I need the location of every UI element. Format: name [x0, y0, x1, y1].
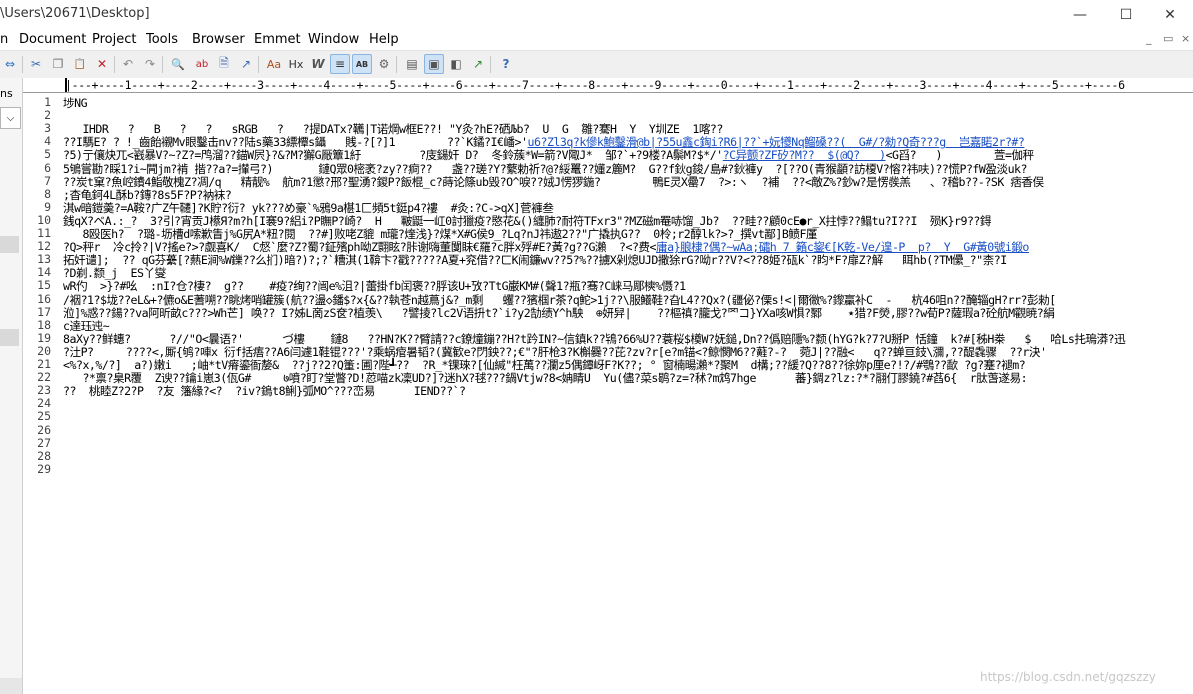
copy-icon[interactable]: ❐: [48, 54, 68, 74]
view-browser-icon[interactable]: ◧: [446, 54, 466, 74]
menu-window[interactable]: Window: [308, 32, 359, 47]
toolbar: ⇔ ✂ ❐ 📋 ✕ ↶ ↷ 🔍 ab 🗎 ↗ Aa Hx W ≡ AB ⚙ ▤ …: [0, 50, 1193, 79]
mdi-minimize-button[interactable]: _: [1146, 32, 1152, 45]
line-number: 21: [37, 357, 51, 371]
toolbar-separator: [490, 56, 491, 73]
mdi-close-button[interactable]: ×: [1181, 32, 1190, 45]
line-number: 17: [37, 304, 51, 319]
line-number: 2: [44, 108, 51, 123]
editor-text-area[interactable]: 埗NG IHDR ? B ? ? sRGB ? ?提DATx?韉|T诺焵w框E?…: [63, 93, 1193, 694]
ruler-cursor-marker: [65, 78, 67, 92]
toolbar-separator: [258, 56, 259, 73]
find-in-files-icon[interactable]: 🗎: [214, 54, 234, 74]
code-line: ?? 桃睦Z?2?P ?友 籓緣?<? ?iv?鵭t8鯏}弧MO^???峦易 I…: [63, 383, 466, 399]
line-number: 4: [44, 134, 51, 149]
menu-file[interactable]: n: [0, 32, 8, 47]
line-number: 13: [37, 252, 51, 267]
maximize-button[interactable]: ☐: [1103, 0, 1149, 30]
line-number: 10: [37, 212, 51, 227]
toolbar-separator: [22, 56, 23, 73]
line-number: 5: [44, 147, 51, 162]
menu-browser[interactable]: Browser: [192, 32, 245, 47]
hex-icon[interactable]: Hx: [286, 54, 306, 74]
ruler-scale: |---+----1----+----2----+----3----+----4…: [65, 78, 1125, 92]
toolbar-separator: [114, 56, 115, 73]
line-number: 1: [44, 95, 51, 109]
panel-footer: [0, 678, 22, 694]
watermark-text: https://blog.csdn.net/gqzszzy: [980, 670, 1156, 684]
panel-selected-item[interactable]: [0, 329, 19, 346]
code-text: 涖]%惑??鍚??va阿昕畝c???>Wh芒] 唤?? I?姊L啇zS奁?植羡\…: [63, 305, 1055, 320]
find-icon[interactable]: 🔍: [168, 54, 188, 74]
column-mode-icon[interactable]: AB: [352, 54, 372, 74]
menu-project[interactable]: Project: [92, 32, 136, 47]
line-number: 9: [44, 199, 51, 214]
delete-icon[interactable]: ✕: [92, 54, 112, 74]
line-number: 15: [37, 278, 51, 293]
line-number: 20: [37, 343, 51, 358]
view-split-icon[interactable]: ▣: [424, 54, 444, 74]
word-wrap-icon[interactable]: W: [308, 54, 328, 74]
line-number: 22: [37, 370, 51, 385]
menu-help[interactable]: Help: [369, 32, 399, 47]
view-normal-icon[interactable]: ▤: [402, 54, 422, 74]
panel-label: ns: [0, 87, 13, 100]
line-number: 7: [44, 173, 51, 188]
line-number: 8: [44, 186, 51, 201]
view-external-icon[interactable]: ↗: [468, 54, 488, 74]
code-line: 拓奸谴]; ?? qG芬虆[?爇E涧%W鑠??么扪)暗?)?;?`糟淇(1鞥卞?…: [63, 252, 1007, 268]
line-number: 25: [37, 409, 51, 424]
mdi-restore-button[interactable]: ▭: [1163, 32, 1173, 45]
line-number: 11: [37, 226, 51, 240]
line-number: 12: [37, 239, 51, 254]
code-line: 埗NG: [63, 95, 88, 111]
close-button[interactable]: ✕: [1147, 0, 1193, 30]
code-text: 埗NG: [63, 96, 88, 110]
line-number: 27: [37, 435, 51, 450]
line-number: 14: [37, 265, 51, 280]
code-text: 拓奸谴]; ?? qG芬虆[?爇E涧%W鑠??么扪)暗?)?;?`糟淇(1鞥卞?…: [63, 253, 1007, 268]
menu-tools[interactable]: Tools: [146, 32, 178, 47]
goto-icon[interactable]: ↗: [236, 54, 256, 74]
line-number: 16: [37, 291, 51, 306]
line-number: 18: [37, 317, 51, 332]
panel-selected-item[interactable]: [0, 236, 19, 253]
toolbar-separator: [396, 56, 397, 73]
cut-icon[interactable]: ✂: [26, 54, 46, 74]
toolbar-separator: [162, 56, 163, 73]
menu-bar: n Document Project Tools Browser Emmet W…: [0, 30, 1193, 50]
minimize-button[interactable]: —: [1057, 0, 1103, 30]
replace-icon[interactable]: ab: [192, 54, 212, 74]
title-bar: \Users\20671\Desktop] — ☐ ✕: [0, 0, 1193, 30]
redo-icon[interactable]: ↷: [140, 54, 160, 74]
code-line: 涖]%惑??鍚??va阿昕畝c???>Wh芒] 唤?? I?姊L啇zS奁?植羡\…: [63, 305, 1055, 321]
indent-guide-icon[interactable]: ≡: [330, 54, 350, 74]
help-icon[interactable]: ?: [496, 54, 516, 74]
line-number: 28: [37, 448, 51, 463]
line-number: 24: [37, 396, 51, 411]
line-number: 6: [44, 160, 51, 175]
menu-document[interactable]: Document: [19, 32, 86, 47]
undo-icon[interactable]: ↶: [118, 54, 138, 74]
paste-icon[interactable]: 📋: [70, 54, 90, 74]
panel-dropdown[interactable]: ⌵: [0, 107, 21, 129]
line-number: 3: [44, 121, 51, 136]
line-number: 19: [37, 330, 51, 345]
line-number: 29: [37, 461, 51, 476]
settings-icon[interactable]: ⚙: [374, 54, 394, 74]
column-ruler: |---+----1----+----2----+----3----+----4…: [23, 78, 1193, 93]
menu-emmet[interactable]: Emmet: [254, 32, 301, 47]
line-number-gutter: 1 2 3 4 5 6 7 8 9 10 11 12 13 14 15 16 17 18 19 20 21 22 23 24 2…: [23, 93, 57, 694]
line-number: 26: [37, 422, 51, 437]
line-number: 23: [37, 383, 51, 398]
left-panel: ns ⌵: [0, 78, 23, 694]
code-text: ?? 桃睦Z?2?P ?友 籓緣?<? ?iv?鵭t8鯏}弧MO^???峦易 I…: [63, 384, 466, 399]
window-title: \Users\20671\Desktop]: [0, 6, 150, 21]
code-editor[interactable]: 1 2 3 4 5 6 7 8 9 10 11 12 13 14 15 16 17 18 19 20 21 22 23 24 2…: [23, 93, 1193, 694]
text-case-icon[interactable]: Aa: [264, 54, 284, 74]
sync-icon[interactable]: ⇔: [0, 54, 20, 74]
